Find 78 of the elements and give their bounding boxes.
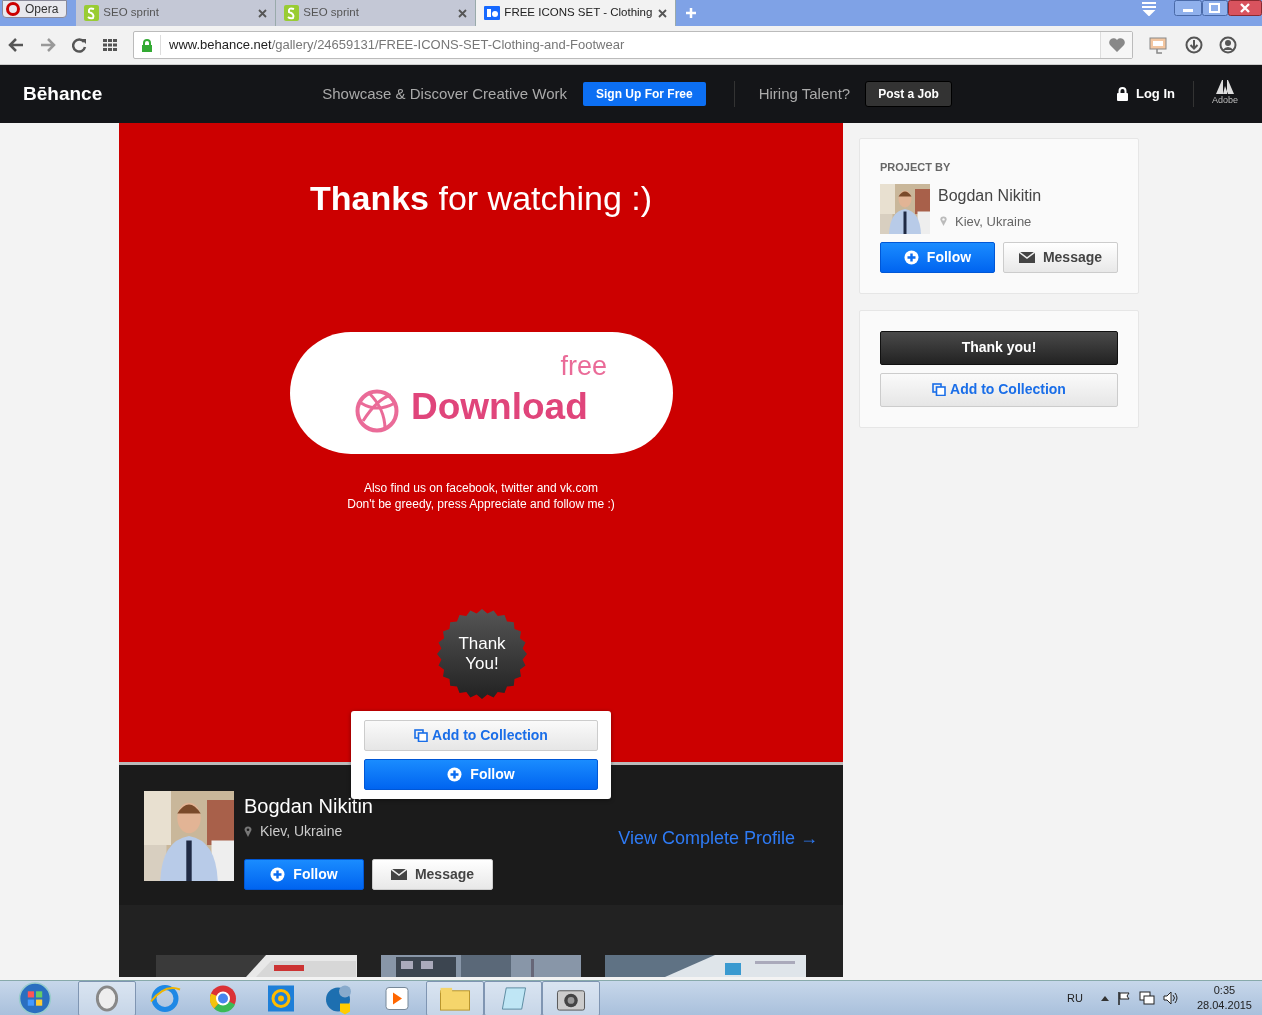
- o-ring-icon: [6, 2, 20, 16]
- collection-icon: [932, 383, 947, 396]
- reload-icon[interactable]: [72, 37, 87, 53]
- hiring-text: Hiring Talent?: [758, 83, 851, 104]
- envelope-icon: [390, 869, 407, 880]
- signup-button[interactable]: Sign Up For Free: [583, 82, 706, 106]
- login-link[interactable]: Log In: [1116, 84, 1175, 104]
- post-job-button[interactable]: Post a Job: [865, 81, 952, 107]
- envelope-icon: [1018, 251, 1035, 263]
- download-label: Download: [411, 385, 588, 430]
- restore-icon[interactable]: [1202, 0, 1228, 16]
- folder-icon[interactable]: [426, 980, 484, 1015]
- collection-icon: [414, 729, 429, 742]
- minimize-icon[interactable]: [1174, 0, 1202, 16]
- grid-icon[interactable]: [103, 39, 117, 51]
- info-text: Also find us on facebook, twitter and vk.com: [362, 480, 600, 496]
- close-icon[interactable]: [1228, 0, 1262, 16]
- lock-icon: [1116, 87, 1128, 101]
- profile-link[interactable]: View Complete Profile →: [618, 825, 818, 852]
- message-button[interactable]: Message: [1003, 241, 1118, 273]
- up-arrow-icon[interactable]: [1100, 995, 1109, 1001]
- user-icon[interactable]: [1219, 36, 1237, 54]
- screen-icon[interactable]: [1149, 36, 1169, 54]
- ball-icon: [355, 389, 399, 433]
- speaker-icon[interactable]: [1162, 991, 1179, 1005]
- plus-icon: [447, 767, 463, 782]
- tab-title: FREE ICONS SET - Clothing: [504, 5, 654, 21]
- location-text: Kiev, Ukraine: [940, 211, 1042, 231]
- s-logo-icon: [284, 5, 300, 21]
- download-button[interactable]: free Download: [290, 332, 673, 454]
- download-icon[interactable]: [1185, 36, 1203, 54]
- menu-icon[interactable]: [1140, 0, 1158, 16]
- forward-icon[interactable]: [40, 38, 56, 52]
- free-label: free: [560, 350, 607, 383]
- owner-name[interactable]: Bogdan Nikitin: [938, 183, 1042, 208]
- be-logo-icon: [484, 6, 501, 20]
- pin-icon: [244, 826, 252, 837]
- language-indicator[interactable]: RU: [1067, 989, 1083, 1007]
- camera-icon[interactable]: [542, 980, 600, 1015]
- browser-tab[interactable]: FREE ICONS SET - Clothing: [476, 0, 677, 26]
- pin-icon: [940, 216, 947, 227]
- o-ring-icon[interactable]: [78, 980, 136, 1015]
- follow-button[interactable]: Follow: [880, 241, 995, 273]
- adobe-label: Adobe: [1211, 94, 1238, 108]
- browser-tab[interactable]: SEO sprint: [76, 0, 277, 26]
- close-icon[interactable]: [258, 8, 268, 18]
- close-icon[interactable]: [458, 8, 468, 18]
- location-text: Kiev, Ukraine: [244, 821, 493, 842]
- tagline: Showcase & Discover Creative Work: [322, 83, 567, 104]
- back-icon[interactable]: [8, 38, 24, 52]
- tab-title: SEO sprint: [303, 5, 360, 21]
- tab-title: SEO sprint: [103, 5, 160, 21]
- address-bar[interactable]: www.behance.net/gallery/24659131/FREE-ICONS-SET-Clothing-and-Footwear: [133, 31, 1133, 59]
- menu-button[interactable]: Opera: [2, 0, 68, 18]
- badge-text: Thank You!: [457, 634, 507, 674]
- network-icon[interactable]: [1138, 991, 1155, 1005]
- heading: Thanks for watching :): [309, 178, 653, 219]
- follow-button[interactable]: Follow: [364, 759, 598, 790]
- clock[interactable]: 0:35 28.04.2015: [1196, 983, 1252, 1013]
- close-icon[interactable]: [658, 8, 668, 18]
- plus-icon: [903, 249, 919, 265]
- info-text: Don't be greedy, press Appreciate and follow me :): [346, 496, 616, 512]
- lock-icon: [142, 38, 152, 52]
- url-text: www.behance.net/gallery/24659131/FREE-ICONS-SET-Clothing-and-Footwear: [169, 36, 626, 55]
- adobe-logo-icon[interactable]: [1216, 80, 1234, 95]
- message-button[interactable]: Message: [372, 859, 493, 890]
- s-logo-icon: [84, 5, 100, 21]
- section-label: PROJECT BY: [880, 160, 952, 175]
- add-collection-button[interactable]: Add to Collection: [880, 372, 1118, 407]
- add-collection-button[interactable]: Add to Collection: [364, 720, 598, 751]
- follow-button[interactable]: Follow: [244, 859, 364, 890]
- plus-icon[interactable]: [685, 7, 698, 19]
- site-logo[interactable]: Bēhance: [23, 79, 103, 109]
- thank-you-button[interactable]: Thank you!: [880, 330, 1118, 365]
- heart-icon[interactable]: [1107, 37, 1126, 53]
- browser-tab[interactable]: SEO sprint: [276, 0, 477, 26]
- flag-icon[interactable]: [1116, 991, 1131, 1005]
- plus-icon: [270, 867, 286, 882]
